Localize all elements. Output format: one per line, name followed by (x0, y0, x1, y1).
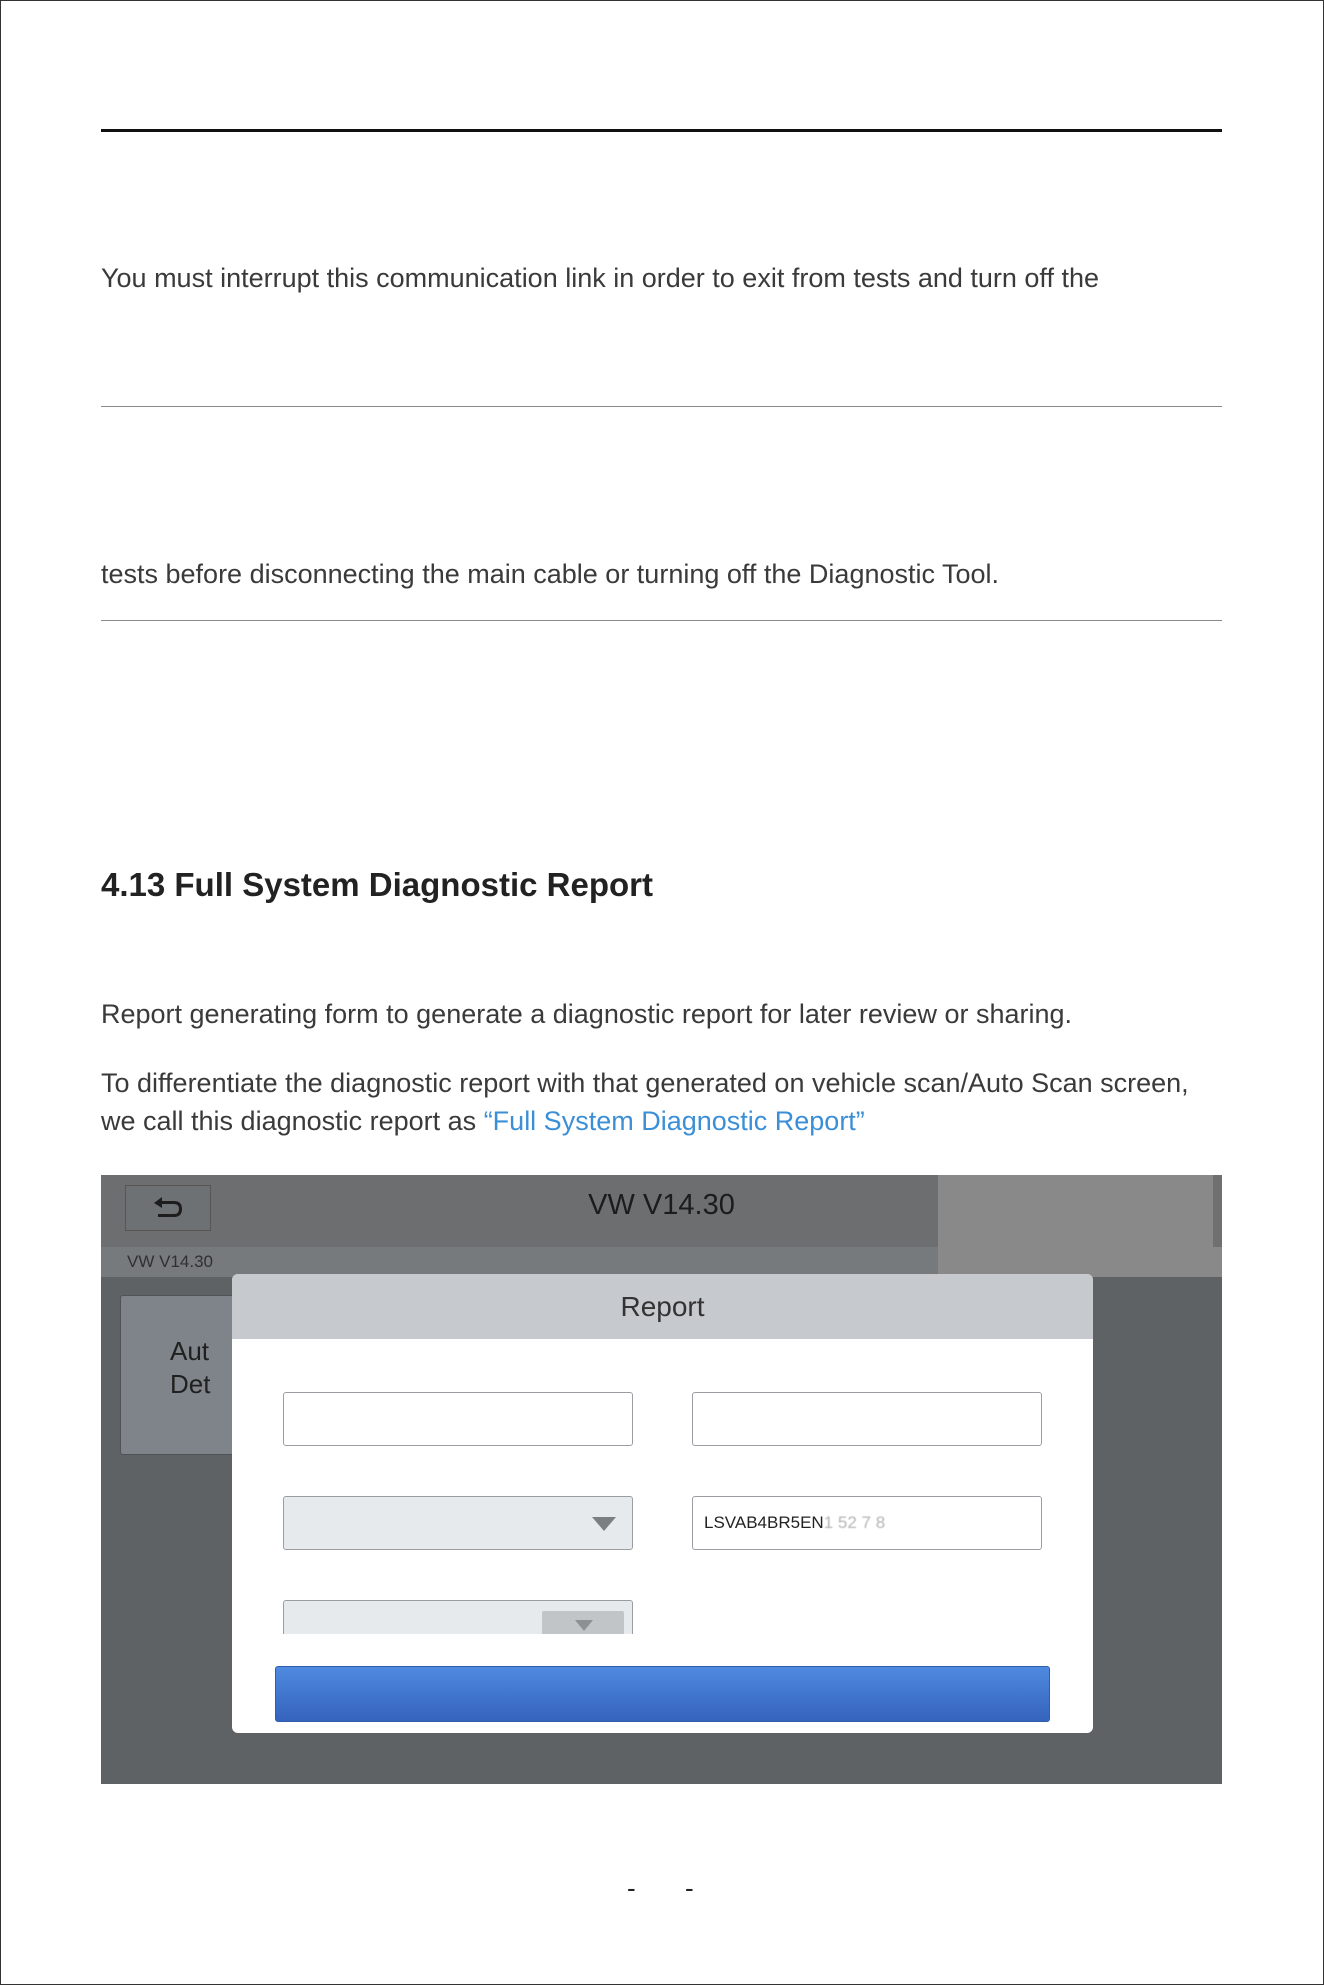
vin-field[interactable]: LSVAB4BR5EN1 52 7 8 (692, 1496, 1042, 1550)
report-field-1[interactable] (283, 1392, 633, 1446)
vin-obscured: 1 52 7 8 (823, 1513, 886, 1532)
background-card-line-1: Aut (170, 1336, 210, 1366)
note-rule-bottom (101, 620, 1222, 621)
page-number-dash-left: - (627, 1873, 636, 1903)
paragraph-prefix: we call this diagnostic report as (101, 1106, 484, 1136)
section-heading: 4.13 Full System Diagnostic Report (101, 866, 653, 903)
generate-report-button[interactable] (275, 1666, 1050, 1722)
report-select-1[interactable] (283, 1496, 633, 1550)
report-dialog: Report LSVAB4BR5EN1 52 7 8 (232, 1274, 1093, 1733)
report-select-2[interactable] (283, 1600, 633, 1634)
breadcrumb-bar (101, 1247, 938, 1277)
report-name-highlight: “Full System Diagnostic Report” (483, 1106, 865, 1136)
top-rule (101, 129, 1222, 132)
report-field-2[interactable] (692, 1392, 1042, 1446)
vin-visible: LSVAB4BR5EN (704, 1513, 824, 1532)
dialog-title: Report (620, 1291, 705, 1322)
background-card-line-2: Det (170, 1369, 211, 1399)
section-paragraph-2-line-2: we call this diagnostic report as “Full … (101, 1102, 865, 1140)
note-text-line: tests before disconnecting the main cabl… (101, 559, 1000, 589)
background-card-label: Aut Det (170, 1335, 210, 1401)
section-paragraph-2-line-1: To differentiate the diagnostic report w… (101, 1068, 1189, 1098)
dropdown-button[interactable] (542, 1611, 624, 1634)
vin-value: LSVAB4BR5EN1 52 7 8 (704, 1513, 885, 1533)
breadcrumb: VW V14.30 (127, 1252, 213, 1271)
note-rule-top (101, 406, 1222, 407)
body-text-line: You must interrupt this communication li… (101, 263, 1099, 293)
section-paragraph-1: Report generating form to generate a dia… (101, 999, 1073, 1029)
chevron-down-icon (592, 1517, 616, 1531)
app-title: VW V14.30 (588, 1189, 735, 1221)
chevron-down-icon (575, 1620, 593, 1631)
page-number-dash-right: - (685, 1873, 694, 1903)
report-screenshot: VW V14.30 VW V14.30 Aut Det Report LSVAB… (101, 1175, 1222, 1784)
